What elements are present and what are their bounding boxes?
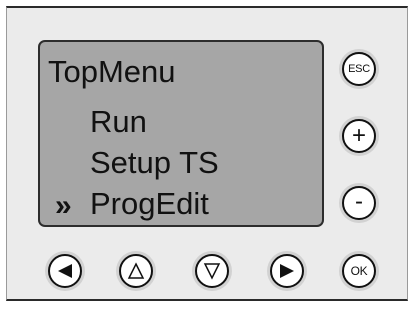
esc-button-label: ESC (348, 63, 370, 75)
selection-cursor-icon: » (55, 189, 72, 222)
right-arrow-icon (280, 264, 294, 278)
right-button[interactable] (270, 254, 304, 288)
menu-item-run: Run (90, 104, 147, 139)
minus-button[interactable]: - (342, 186, 376, 220)
left-button[interactable] (48, 254, 82, 288)
down-button[interactable] (195, 254, 229, 288)
ok-button[interactable]: OK (342, 254, 376, 288)
esc-button[interactable]: ESC (342, 52, 376, 86)
menu-title: TopMenu (48, 54, 176, 89)
menu-item-progedit: ProgEdit (90, 186, 209, 221)
lcd-display: TopMenu Run Setup TS » ProgEdit (38, 40, 324, 227)
minus-button-label: - (355, 187, 363, 215)
left-arrow-icon (58, 264, 72, 278)
up-arrow-icon (127, 262, 145, 279)
ok-button-label: OK (350, 264, 368, 278)
menu-item-setup-ts: Setup TS (90, 145, 219, 180)
plus-button-label: + (351, 122, 366, 149)
plus-button[interactable]: + (342, 119, 376, 153)
down-arrow-icon (203, 263, 221, 280)
control-panel: TopMenu Run Setup TS » ProgEdit ESC + - … (6, 6, 408, 301)
up-button[interactable] (119, 254, 153, 288)
